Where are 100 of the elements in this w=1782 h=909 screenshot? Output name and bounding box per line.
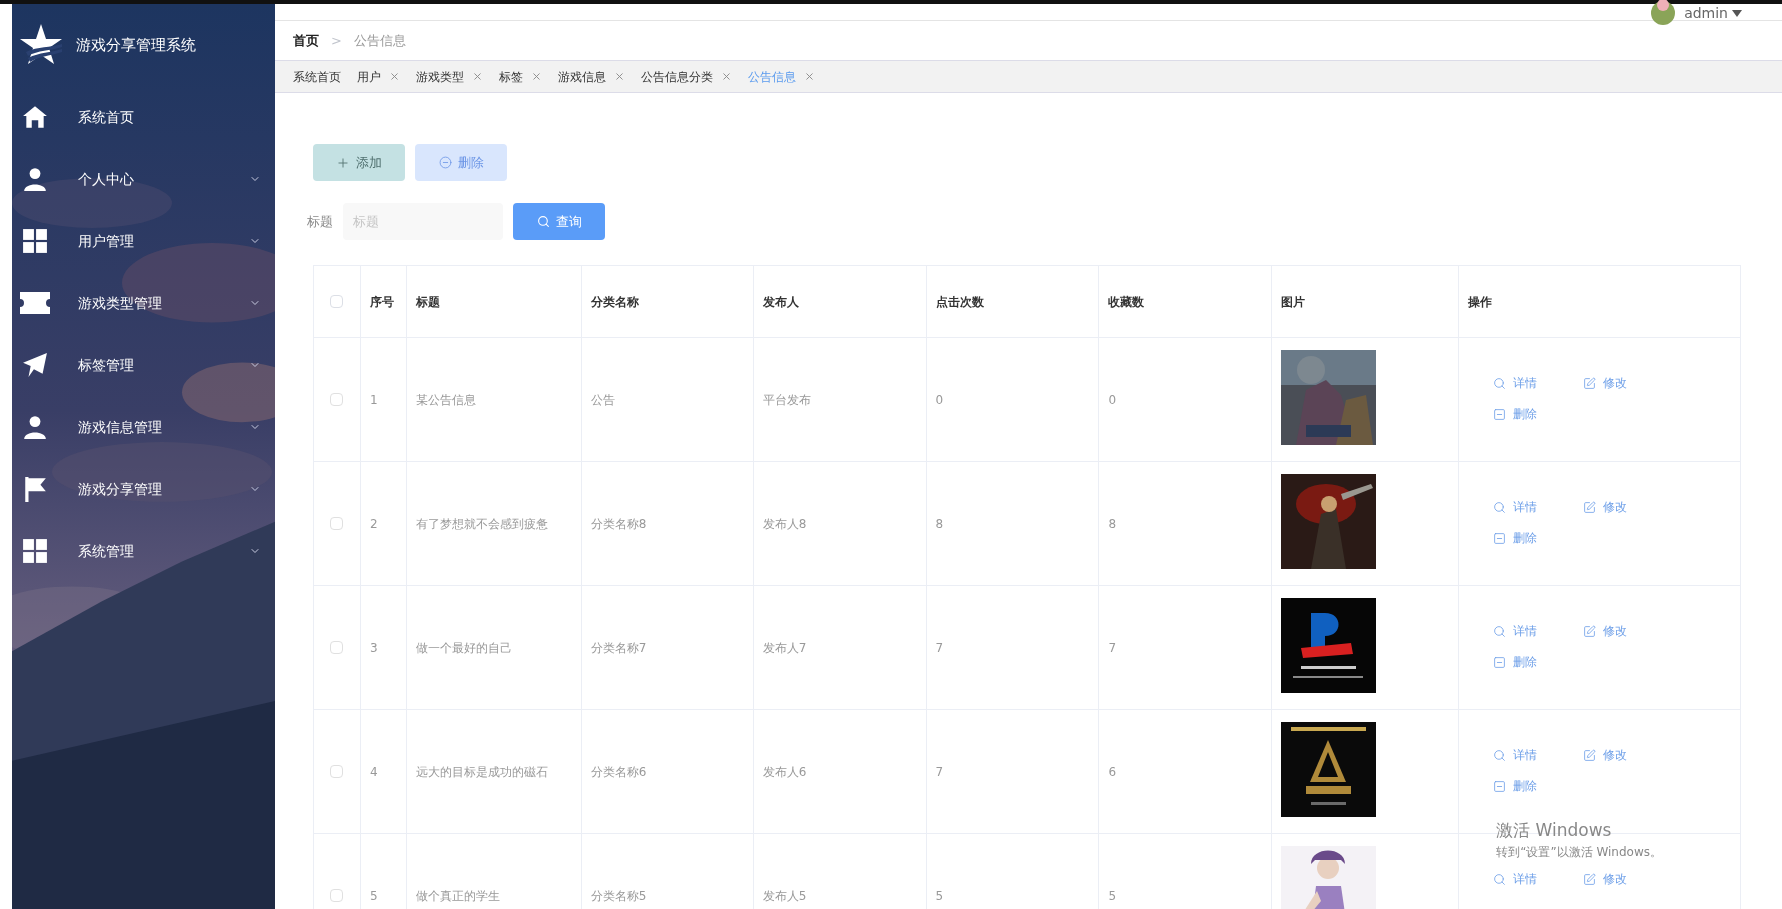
search-icon xyxy=(1493,376,1507,390)
page-tab[interactable]: 游戏类型 xyxy=(416,67,483,86)
table-cell-text: 分类名称5 xyxy=(590,887,647,905)
page-tab[interactable]: 用户 xyxy=(357,67,400,86)
table-cell-text: 7 xyxy=(935,763,944,781)
search-icon xyxy=(1493,624,1507,638)
table-cell-text: 0 xyxy=(935,391,944,409)
action-link[interactable]: 详情 xyxy=(1493,374,1584,392)
edit-icon xyxy=(1583,624,1597,638)
person-icon xyxy=(22,166,48,192)
action-link[interactable]: 删除 xyxy=(1493,777,1584,795)
user-menu[interactable]: admin xyxy=(1684,2,1742,24)
table-cell-text: 5 xyxy=(369,887,378,905)
column-header: 标题 xyxy=(415,293,440,311)
column-header: 收藏数 xyxy=(1108,293,1145,311)
select-all-checkbox[interactable] xyxy=(330,295,344,308)
minus-square-icon xyxy=(1493,531,1507,545)
sidebar-item[interactable]: 游戏类型管理 xyxy=(12,272,275,334)
column-header: 分类名称 xyxy=(590,293,639,311)
grid-icon xyxy=(22,538,48,564)
flag-icon xyxy=(22,476,48,502)
minus-circle-icon xyxy=(438,156,452,169)
sidebar-item[interactable]: 标签管理 xyxy=(12,334,275,396)
table-cell-text: 5 xyxy=(1108,887,1117,905)
table-cell-text: 5 xyxy=(935,887,944,905)
search-icon xyxy=(1493,748,1507,762)
action-link[interactable]: 详情 xyxy=(1493,498,1584,516)
action-link[interactable]: 修改 xyxy=(1583,374,1674,392)
minus-square-icon xyxy=(1493,779,1507,793)
minus-square-icon xyxy=(1493,655,1507,669)
close-icon[interactable] xyxy=(721,71,732,82)
breadcrumb-separator: > xyxy=(331,31,342,50)
table-cell-text: 6 xyxy=(1108,763,1117,781)
page-tab[interactable]: 公告信息分类 xyxy=(641,67,732,86)
breadcrumb-item[interactable]: 首页 xyxy=(293,30,319,51)
close-icon[interactable] xyxy=(614,71,625,82)
table-cell-text: 发布人8 xyxy=(762,515,807,533)
table-cell-text: 做个真正的学生 xyxy=(415,887,500,905)
table-cell-text: 分类名称8 xyxy=(590,515,647,533)
home-icon xyxy=(22,104,48,130)
add-button[interactable]: 添加 xyxy=(313,144,405,181)
edit-icon xyxy=(1583,872,1597,886)
row-checkbox[interactable] xyxy=(330,393,344,406)
row-checkbox[interactable] xyxy=(330,765,344,778)
column-header: 序号 xyxy=(369,293,394,311)
table-cell-text: 1 xyxy=(369,391,378,409)
table-cell-text: 2 xyxy=(369,515,378,533)
close-icon[interactable] xyxy=(389,71,400,82)
close-icon[interactable] xyxy=(472,71,483,82)
edit-icon xyxy=(1583,748,1597,762)
page-tab[interactable]: 系统首页 xyxy=(293,67,341,86)
sidebar-item[interactable]: 游戏分享管理 xyxy=(12,458,275,520)
sidebar-item[interactable]: 系统管理 xyxy=(12,520,275,582)
action-link[interactable]: 详情 xyxy=(1493,870,1584,888)
action-link[interactable]: 修改 xyxy=(1583,622,1674,640)
person-icon xyxy=(22,414,48,440)
page-tab[interactable]: 公告信息 xyxy=(748,67,815,86)
table-cell-text: 7 xyxy=(935,639,944,657)
table-cell-text: 发布人5 xyxy=(762,887,807,905)
table-cell-text: 做一个最好的自己 xyxy=(415,639,512,657)
table-cell-text: 有了梦想就不会感到疲惫 xyxy=(415,515,548,533)
page-tab[interactable]: 游戏信息 xyxy=(558,67,625,86)
sidebar-item[interactable]: 游戏信息管理 xyxy=(12,396,275,458)
row-checkbox[interactable] xyxy=(330,517,344,530)
table-cell-text: 分类名称6 xyxy=(590,763,647,781)
sidebar-item[interactable]: 系统首页 xyxy=(12,86,275,148)
close-icon[interactable] xyxy=(804,71,815,82)
delete-button[interactable]: 删除 xyxy=(415,144,507,181)
plus-icon xyxy=(336,155,350,170)
table-cell-text: 分类名称7 xyxy=(590,639,647,657)
action-link[interactable]: 删除 xyxy=(1493,529,1584,547)
action-link[interactable]: 删除 xyxy=(1493,405,1584,423)
action-link[interactable]: 详情 xyxy=(1493,746,1584,764)
edit-icon xyxy=(1583,500,1597,514)
table-cell-text: 某公告信息 xyxy=(415,391,476,409)
row-checkbox[interactable] xyxy=(330,889,344,902)
table-cell-text: 7 xyxy=(1108,639,1117,657)
action-link[interactable]: 修改 xyxy=(1583,870,1674,888)
edit-icon xyxy=(1583,376,1597,390)
table-cell-text: 发布人7 xyxy=(762,639,807,657)
action-link[interactable]: 删除 xyxy=(1493,653,1584,671)
table-cell-text: 4 xyxy=(369,763,378,781)
sidebar-item[interactable]: 用户管理 xyxy=(12,210,275,272)
table-cell-text: 8 xyxy=(1108,515,1117,533)
table-cell-text: 远大的目标是成功的磁石 xyxy=(415,763,548,781)
table-cell-text: 8 xyxy=(935,515,944,533)
minus-square-icon xyxy=(1493,407,1507,421)
action-link[interactable]: 修改 xyxy=(1583,746,1674,764)
action-link[interactable]: 详情 xyxy=(1493,622,1584,640)
close-icon[interactable] xyxy=(531,71,542,82)
search-icon xyxy=(1493,500,1507,514)
search-label: 标题 xyxy=(307,212,333,231)
row-checkbox[interactable] xyxy=(330,641,344,654)
query-button[interactable]: 查询 xyxy=(513,203,605,240)
table-cell-text: 公告 xyxy=(590,391,615,409)
paper-plane-icon xyxy=(22,352,48,378)
action-link[interactable]: 修改 xyxy=(1583,498,1674,516)
activation-notice: 激活 Windows xyxy=(1496,818,1613,842)
sidebar-item[interactable]: 个人中心 xyxy=(12,148,275,210)
page-tab[interactable]: 标签 xyxy=(499,67,542,86)
